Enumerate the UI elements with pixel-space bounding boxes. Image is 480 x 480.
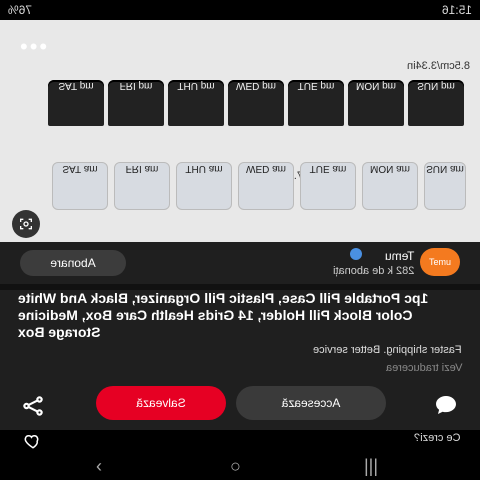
comment-bar: Ce crezi? (0, 430, 480, 450)
system-nav-bar: ‹ ○ ||| (0, 450, 480, 480)
pill-lid-tue: TUE pm (288, 80, 344, 126)
pill-lid-fri: FRI pm (108, 80, 164, 126)
pill-box-fri: FRI am (114, 162, 170, 210)
pill-box-wed: WED am (238, 162, 294, 210)
account-name[interactable]: Temu (385, 249, 414, 263)
pill-case: SAT pm FRI pm THU pm WED pm TUE pm MON p… (10, 60, 470, 220)
pill-box-tue: TUE am (300, 162, 356, 210)
back-icon[interactable]: ‹ (96, 456, 102, 477)
battery-text: 76% (8, 3, 33, 17)
visual-search-icon[interactable] (12, 210, 40, 238)
pill-box-sun: SUN am (424, 162, 466, 210)
action-bar: Salvează Accesează (0, 380, 480, 430)
account-bar: Temu Temu 282 k de abonați Abonare (0, 242, 480, 284)
pill-lid-sun: SUN pm (408, 80, 464, 126)
product-image[interactable]: ••• 8.5cm/3.34in 17.5cm/6.88in SAT pm FR… (0, 20, 480, 242)
home-icon[interactable]: ○ (230, 456, 241, 477)
heart-icon[interactable] (24, 432, 42, 450)
pill-box-sat: SAT am (52, 162, 108, 210)
subscribe-button[interactable]: Abonare (20, 250, 126, 276)
pill-lid-thu: THU pm (168, 80, 224, 126)
follower-count: 282 k de abonați (332, 265, 414, 277)
comment-icon[interactable] (434, 393, 458, 417)
pill-lid-wed: WED pm (228, 80, 284, 126)
pill-lid-mon: MON pm (348, 80, 404, 126)
translate-link[interactable]: Vezi traducerea (0, 362, 480, 380)
status-right: 15:16 (442, 3, 472, 17)
status-bar: 76% 15:16 (0, 0, 480, 20)
time-text: 15:16 (441, 3, 472, 17)
temu-logo[interactable]: Temu (420, 248, 460, 276)
verified-icon (350, 248, 362, 260)
recents-icon[interactable]: ||| (364, 456, 378, 477)
pill-lid-sat: SAT pm (48, 80, 104, 126)
pill-box-thu: THU am (176, 162, 232, 210)
visit-button[interactable]: Accesează (236, 386, 386, 420)
share-icon[interactable] (20, 393, 46, 419)
save-button[interactable]: Salvează (96, 386, 226, 420)
comment-prompt[interactable]: Ce crezi? (414, 432, 460, 444)
pill-box-mon: MON am (362, 162, 418, 210)
more-options-icon[interactable]: ••• (20, 34, 49, 60)
